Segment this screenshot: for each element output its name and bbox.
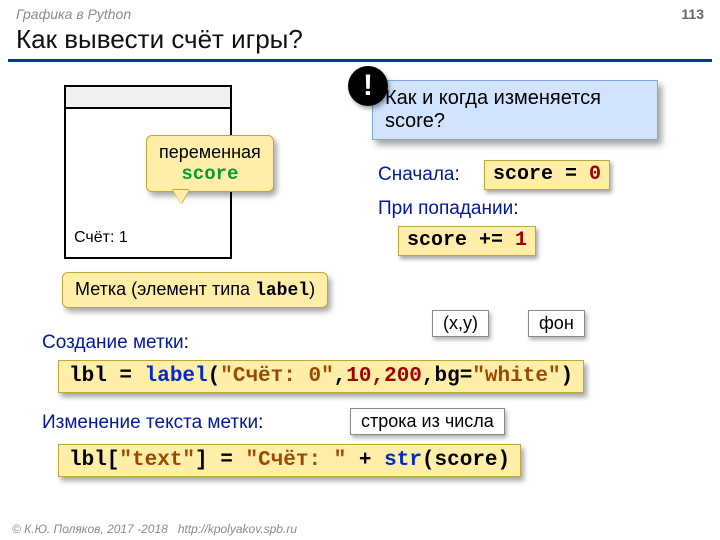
title-rule [8, 59, 712, 62]
score-label-text: Счёт: 1 [74, 229, 128, 247]
exclamation-icon: ! [348, 66, 388, 106]
footer: © К.Ю. Поляков, 2017 -2018 http://kpolya… [12, 522, 297, 536]
page-title: Как вывести счёт игры? [0, 22, 720, 59]
var-callout: переменная score [146, 135, 274, 192]
course-name: Графика в Python [16, 6, 131, 22]
hit-code: score += 1 [398, 226, 536, 256]
bg-chip: фон [528, 310, 585, 337]
var-callout-pointer [173, 190, 189, 204]
xy-chip: (x,y) [432, 310, 489, 337]
question-box: Как и когда изменяется score? [372, 80, 658, 140]
hit-label: При попадании: [378, 198, 518, 220]
create-code: lbl = label("Счёт: 0",10,200,bg="white") [58, 360, 584, 393]
change-code: lbl["text"] = "Счёт: " + str(score) [58, 444, 521, 477]
var-callout-code: score [159, 163, 261, 185]
str-chip: строка из числа [350, 408, 505, 435]
var-callout-line1: переменная [159, 142, 261, 163]
page-number: 113 [681, 6, 704, 22]
label-callout: Метка (элемент типа label) [62, 272, 328, 308]
create-label: Создание метки: [42, 332, 189, 354]
init-code: score = 0 [484, 160, 610, 190]
init-label: Сначала: [378, 164, 460, 186]
change-label: Изменение текста метки: [42, 412, 263, 434]
